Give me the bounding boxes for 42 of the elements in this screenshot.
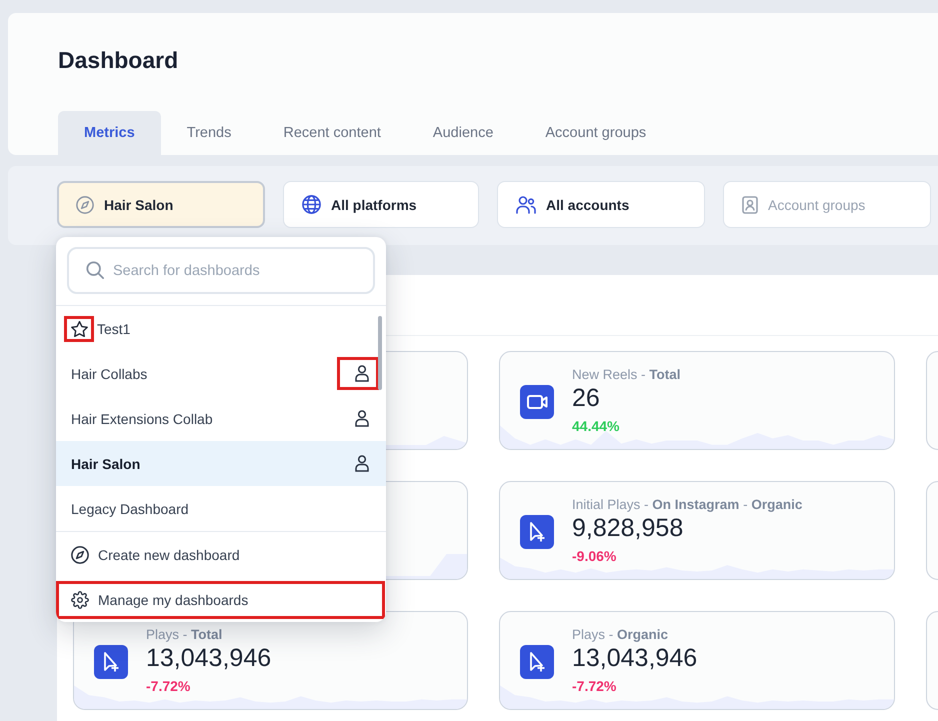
- metric-change: -9.06%: [572, 548, 616, 564]
- compass-icon: [71, 546, 89, 564]
- search-icon: [86, 261, 104, 279]
- cursor-plus-icon: [520, 515, 554, 549]
- cursor-plus-icon: [94, 645, 128, 679]
- metric-label: Initial Plays - On Instagram - Organic: [572, 497, 802, 513]
- dashboard-item[interactable]: Legacy Dashboard: [56, 486, 386, 531]
- page-title: Dashboard: [58, 47, 178, 73]
- tab[interactable]: Metrics: [58, 111, 161, 155]
- filter-button[interactable]: Hair Salon: [57, 181, 265, 228]
- metric-value: 13,043,946: [572, 643, 698, 673]
- dashboard-item[interactable]: Hair Collabs: [56, 351, 386, 396]
- cursor-plus-icon: [520, 645, 554, 679]
- tab[interactable]: Recent content: [257, 111, 407, 155]
- tab[interactable]: Trends: [160, 111, 258, 155]
- metric-value: 13,043,946: [146, 643, 272, 673]
- compass-icon: [76, 196, 94, 214]
- menu-action[interactable]: Create new dashboard: [56, 532, 386, 577]
- tab[interactable]: Account groups: [519, 111, 672, 155]
- metric-value: 26: [572, 383, 601, 413]
- metric-label: Plays - Organic: [572, 627, 670, 643]
- metric-label: New Reels - Total: [572, 367, 681, 383]
- settings-icon: [71, 591, 89, 609]
- scrollbar-thumb[interactable]: [378, 316, 382, 390]
- video-camera-icon: [520, 385, 554, 419]
- dashboard-item[interactable]: Test1: [56, 306, 386, 351]
- metric-change: -7.72%: [146, 678, 190, 694]
- tab[interactable]: Audience: [406, 111, 520, 155]
- dashboard-item[interactable]: Hair Salon: [56, 441, 386, 486]
- metric-change: 44.44%: [572, 418, 620, 434]
- metric-label: Plays - Total: [146, 627, 224, 643]
- filter-button[interactable]: All accounts: [497, 181, 705, 228]
- metric-value: 9,828,958: [572, 513, 684, 543]
- filter-button[interactable]: All platforms: [283, 181, 479, 228]
- person-icon: [355, 365, 369, 382]
- globe-icon: [302, 195, 321, 214]
- star-icon[interactable]: [71, 320, 88, 336]
- people-icon: [516, 196, 536, 214]
- person-card-icon: [742, 196, 758, 214]
- metric-change: -7.72%: [572, 678, 616, 694]
- dashboard-item[interactable]: Hair Extensions Collab: [56, 396, 386, 441]
- search-field[interactable]: Search for dashboards: [67, 247, 375, 294]
